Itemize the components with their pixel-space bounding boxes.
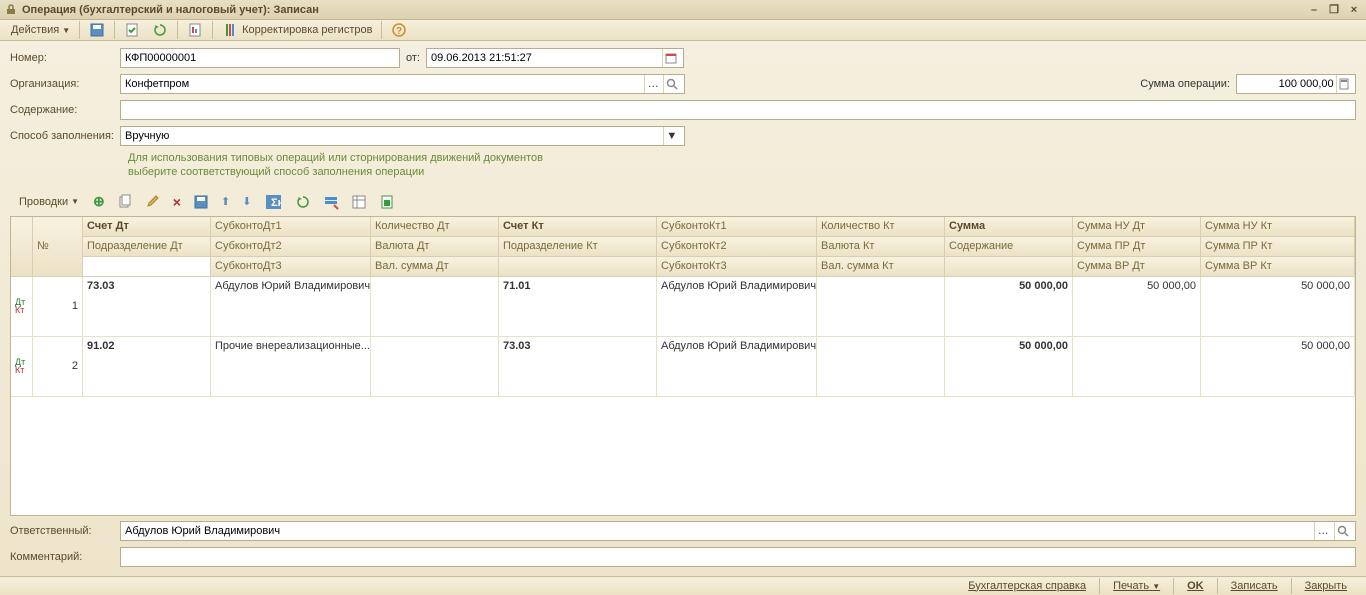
move-down-icon[interactable]: ⬇ [237,192,256,212]
header-qty-kt: Количество Кт [817,217,944,237]
svg-text:?: ? [396,26,402,37]
header-sub-kt1: СубконтоКт1 [657,217,816,237]
label-organization: Организация: [10,78,120,90]
main-toolbar: Действия▼ Корректировка регистров ? [0,20,1366,41]
footer: Бухгалтерская справка Печать ▼ OK Записа… [0,576,1366,595]
help-icon[interactable]: ? [386,20,412,40]
responsible-field[interactable]: … [120,521,1356,541]
select-icon[interactable]: … [1314,522,1331,540]
header-num: № [33,217,82,277]
close-window-button[interactable]: × [1346,3,1362,17]
add-row-icon[interactable]: ⊕ [88,192,110,212]
save-button[interactable]: Записать [1222,577,1287,595]
content-field[interactable] [120,100,1356,120]
print-button[interactable]: Печать ▼ [1104,577,1169,595]
accounting-ref-button[interactable]: Бухгалтерская справка [959,577,1095,595]
header-dept-kt: Подразделение Кт [499,237,656,257]
header-acct-kt: Счет Кт [499,217,656,237]
header-sum-nu-dt: Сумма НУ Дт [1073,217,1200,237]
magnify-icon[interactable] [1334,522,1351,540]
calendar-icon[interactable] [662,49,679,67]
fill-method-select[interactable]: ▼ [120,126,685,146]
header-sum-pr-dt: Сумма ПР Дт [1073,237,1200,257]
label-responsible: Ответственный: [10,525,120,537]
header-dept-dt: Подразделение Дт [83,237,210,257]
table-row[interactable]: ДтКт 1 73.03 Абдулов Юрий Владимирович 7… [11,277,1355,337]
header-sum-pr-kt: Сумма ПР Кт [1201,237,1354,257]
header-sub-kt2: СубконтоКт2 [657,237,816,257]
select-icon[interactable]: … [644,75,661,93]
magnify-icon[interactable] [663,75,680,93]
dropdown-icon[interactable]: ▼ [663,127,680,145]
save-grid-icon[interactable] [188,192,214,212]
header-qty-dt: Количество Дт [371,217,498,237]
window-icon [4,3,18,17]
ok-button[interactable]: OK [1178,577,1213,595]
table-row[interactable]: ДтКт 2 91.02 Прочие внереализационные...… [11,337,1355,397]
export-icon[interactable] [374,192,400,212]
maximize-button[interactable]: ❐ [1326,3,1342,17]
header-sub-dt1: СубконтоДт1 [211,217,370,237]
titlebar: Операция (бухгалтерский и налоговый учет… [0,0,1366,20]
header-cur-kt: Валюта Кт [817,237,944,257]
refresh-grid-icon[interactable] [290,192,316,212]
header-cursum-kt: Вал. сумма Кт [817,257,944,277]
sum-operation-field[interactable] [1236,74,1356,94]
copy-row-icon[interactable] [112,192,138,212]
header-cur-dt: Валюта Дт [371,237,498,257]
label-content: Содержание: [10,104,120,116]
label-sum-operation: Сумма операции: [1140,78,1230,90]
organization-field[interactable]: … [120,74,685,94]
close-button[interactable]: Закрыть [1296,577,1356,595]
delete-row-icon[interactable]: × [168,192,186,212]
svg-text:Σн: Σн [271,197,281,209]
save-icon[interactable] [84,20,110,40]
header-sum-nu-kt: Сумма НУ Кт [1201,217,1354,237]
header-acct-dt: Счет Дт [83,217,210,237]
refresh-icon[interactable] [147,20,173,40]
report-icon[interactable] [182,20,208,40]
settings-grid-icon[interactable] [318,192,344,212]
header-sub-kt3: СубконтоКт3 [657,257,816,277]
header-sum: Сумма [945,217,1072,237]
fill-method-hint: Для использования типовых операций или с… [128,151,1356,180]
window-title: Операция (бухгалтерский и налоговый учет… [22,4,1306,16]
sum-icon[interactable]: Σн [260,192,286,212]
date-field[interactable] [426,48,684,68]
header-sum-vr-kt: Сумма ВР Кт [1201,257,1354,277]
calculator-icon[interactable] [1336,75,1351,93]
header-content: Содержание [945,237,1072,257]
comment-field[interactable] [120,547,1356,567]
postings-menu[interactable]: Проводки▼ [14,192,84,212]
register-correction-button[interactable]: Корректировка регистров [217,20,377,40]
edit-row-icon[interactable] [140,192,166,212]
header-sub-dt3: СубконтоДт3 [211,257,370,277]
move-up-icon[interactable]: ⬆ [216,192,235,212]
label-number: Номер: [10,52,120,64]
actions-menu[interactable]: Действия▼ [6,20,75,40]
minimize-button[interactable]: – [1306,3,1322,17]
post-icon[interactable] [119,20,145,40]
header-sub-dt2: СубконтоДт2 [211,237,370,257]
label-comment: Комментарий: [10,551,120,563]
label-fill-method: Способ заполнения: [10,130,120,142]
label-date-from: от: [406,52,420,64]
number-field[interactable] [120,48,400,68]
postings-toolbar: Проводки▼ ⊕ × ⬆ ⬇ Σн [10,190,1356,214]
table-settings-icon[interactable] [346,192,372,212]
header-cursum-dt: Вал. сумма Дт [371,257,498,277]
postings-grid[interactable]: № Счет Дт Подразделение Дт СубконтоДт1 С… [10,216,1356,516]
header-sum-vr-dt: Сумма ВР Дт [1073,257,1200,277]
